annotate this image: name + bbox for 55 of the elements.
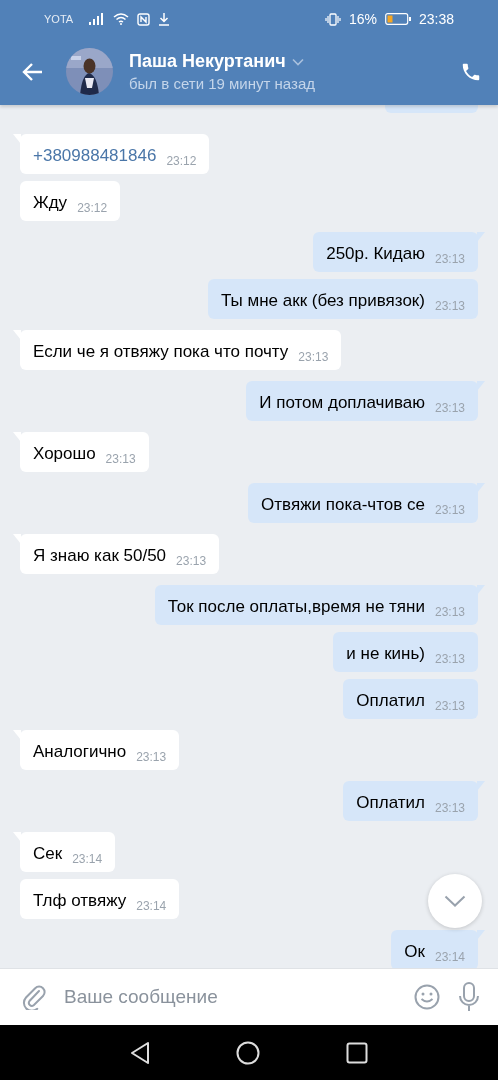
message-text: 250р. Кидаю <box>326 244 425 264</box>
message-text: Отвяжи пока-чтов се <box>261 495 425 515</box>
clock-time: 23:38 <box>418 11 454 27</box>
message-time: 23:13 <box>434 605 465 619</box>
phone-link[interactable]: +380988481846 <box>33 146 157 166</box>
battery-percent: 16% <box>348 11 377 27</box>
message-time: 23:13 <box>434 299 465 313</box>
message-time: 23:12 <box>77 201 108 215</box>
message-text: и не кинь) <box>346 644 425 664</box>
home-icon[interactable] <box>236 1040 260 1065</box>
message-text: Сек <box>33 844 63 864</box>
download-icon <box>158 12 171 26</box>
message-input[interactable]: Ваше сообщение <box>64 986 396 1008</box>
message-time: 23:14 <box>72 852 103 866</box>
message-text: Оплатил <box>356 793 425 813</box>
nfc-icon <box>137 12 151 26</box>
message-text: Если че я отвяжу пока что почту <box>33 342 289 362</box>
message-time: 23:13 <box>298 350 329 364</box>
message-text: Ток после оплаты,время не тяни <box>167 597 425 617</box>
message-text: Хорошо <box>33 444 96 464</box>
back-icon[interactable] <box>130 1040 150 1065</box>
microphone-icon[interactable] <box>458 982 480 1012</box>
message-text: Оплатил <box>356 691 425 711</box>
chevron-down-icon <box>444 895 466 907</box>
message-time: 23:13 <box>434 801 465 815</box>
recents-icon[interactable] <box>346 1041 368 1064</box>
signal-icon <box>89 13 106 25</box>
message-text: Я знаю как 50/50 <box>33 546 167 566</box>
wifi-icon <box>113 13 130 25</box>
chevron-down-icon[interactable] <box>291 57 304 66</box>
vibrate-icon <box>324 12 341 26</box>
message-text: Жду <box>33 193 68 213</box>
paperclip-icon[interactable] <box>22 984 46 1010</box>
contact-name[interactable]: Паша Некуртанич <box>129 51 286 72</box>
message-time: 23:13 <box>434 401 465 415</box>
message-time: 23:13 <box>434 503 465 517</box>
message-text: И потом доплачиваю <box>259 393 425 413</box>
message-text: Аналогично <box>33 742 127 762</box>
message-time: 23:13 <box>105 452 136 466</box>
message-time: 23:13 <box>434 699 465 713</box>
message-text: Тлф отвяжу <box>33 891 127 911</box>
message-time: 23:13 <box>176 554 207 568</box>
message-time: 23:14 <box>434 950 465 964</box>
message-text: Ок <box>404 942 425 962</box>
message-time: 23:14 <box>136 899 167 913</box>
last-seen-status: был в сети 19 минут назад <box>129 75 316 92</box>
battery-icon <box>384 13 411 25</box>
message-time: 23:12 <box>166 154 197 168</box>
carrier-name: YOTA <box>44 13 74 25</box>
message-time: 23:13 <box>136 750 167 764</box>
back-arrow-icon[interactable] <box>22 60 44 83</box>
message-time: 23:13 <box>434 252 465 266</box>
smiley-icon[interactable] <box>414 984 440 1010</box>
message-text: Ты мне акк (без привязок) <box>220 291 425 311</box>
message-time: 23:13 <box>434 652 465 666</box>
